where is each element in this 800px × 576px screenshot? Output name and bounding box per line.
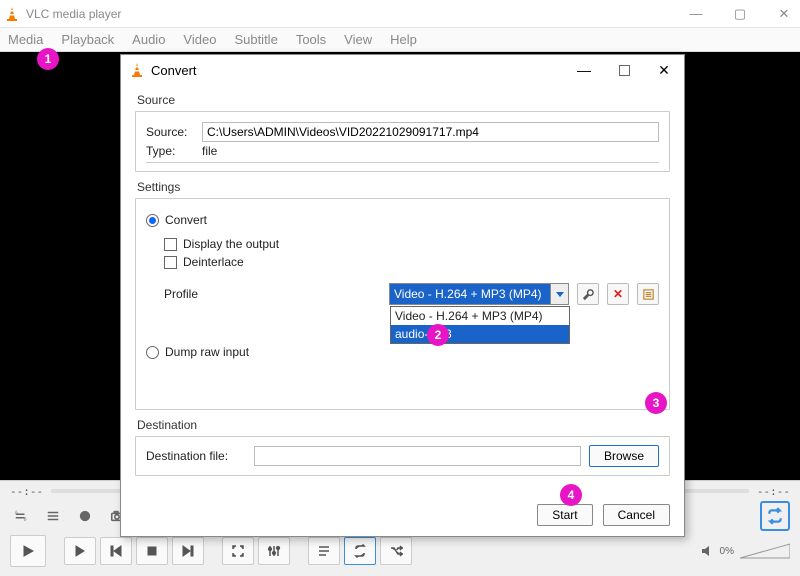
type-label: Type:: [146, 144, 202, 158]
volume-percent: 0%: [720, 546, 734, 557]
deinterlace-label: Deinterlace: [183, 255, 244, 269]
type-value: file: [202, 144, 217, 158]
delete-profile-icon[interactable]: ✕: [607, 283, 629, 305]
destination-file-label: Destination file:: [146, 449, 246, 463]
destination-section-label: Destination: [137, 418, 670, 432]
display-output-label: Display the output: [183, 237, 279, 251]
titlebar: VLC media player — ▢ ✕: [0, 0, 800, 28]
settings-section-label: Settings: [137, 180, 670, 194]
dialog-minimize-icon[interactable]: —: [572, 58, 596, 82]
ab-loop-icon[interactable]: AB: [10, 505, 32, 527]
convert-radio-label: Convert: [165, 213, 207, 227]
source-input[interactable]: [202, 122, 659, 142]
menu-playback[interactable]: Playback: [61, 32, 114, 47]
vlc-cone-icon: [4, 6, 20, 22]
loop-button[interactable]: [344, 537, 376, 565]
annotation-marker-2: 2: [427, 324, 449, 346]
svg-text:B: B: [24, 516, 27, 521]
window-minimize-icon[interactable]: —: [686, 6, 706, 22]
next-button[interactable]: [172, 537, 204, 565]
profile-dropdown: Video - H.264 + MP3 (MP4) audio-mp3: [390, 306, 570, 344]
stop-button[interactable]: [136, 537, 168, 565]
dump-radio[interactable]: [146, 346, 159, 359]
destination-panel: Destination file: Browse: [135, 436, 670, 476]
annotation-marker-3: 3: [645, 392, 667, 414]
profile-option[interactable]: audio-mp3: [391, 325, 569, 343]
fullscreen-button[interactable]: [222, 537, 254, 565]
window-maximize-icon[interactable]: ▢: [730, 6, 750, 22]
menu-help[interactable]: Help: [390, 32, 417, 47]
playback-controls-row: 0%: [0, 531, 800, 571]
time-remaining: --:--: [757, 485, 790, 498]
browse-button[interactable]: Browse: [589, 445, 659, 467]
menubar: Media Playback Audio Video Subtitle Tool…: [0, 28, 800, 52]
annotation-marker-1: 1: [37, 48, 59, 70]
volume-slider[interactable]: [740, 542, 790, 560]
window-close-icon[interactable]: ✕: [774, 6, 794, 22]
equalizer-button[interactable]: [258, 537, 290, 565]
menu-tools[interactable]: Tools: [296, 32, 326, 47]
dialog-close-icon[interactable]: ✕: [652, 58, 676, 82]
source-panel: Source: Type: file: [135, 111, 670, 172]
shuffle-button[interactable]: [380, 537, 412, 565]
destination-file-input[interactable]: [254, 446, 581, 466]
convert-radio[interactable]: [146, 214, 159, 227]
annotation-marker-4: 4: [560, 484, 582, 506]
dialog-title: Convert: [151, 63, 197, 78]
settings-panel: Convert Display the output Deinterlace P…: [135, 198, 670, 410]
profile-combobox[interactable]: Video - H.264 + MP3 (MP4) Video - H.264 …: [389, 283, 569, 305]
record-icon[interactable]: [74, 505, 96, 527]
cancel-button[interactable]: Cancel: [603, 504, 670, 526]
profile-selected: Video - H.264 + MP3 (MP4): [390, 284, 550, 304]
play-button[interactable]: [10, 535, 46, 567]
dialog-maximize-icon[interactable]: [612, 58, 636, 82]
menu-media[interactable]: Media: [8, 32, 43, 47]
source-label: Source:: [146, 125, 202, 139]
vlc-cone-icon: [129, 62, 145, 78]
new-profile-icon[interactable]: [637, 283, 659, 305]
playlist-button[interactable]: [308, 537, 340, 565]
time-elapsed: --:--: [10, 485, 43, 498]
previous-button[interactable]: [100, 537, 132, 565]
profile-option[interactable]: Video - H.264 + MP3 (MP4): [391, 307, 569, 325]
chevron-down-icon[interactable]: [550, 284, 568, 304]
dialog-titlebar: Convert — ✕: [121, 55, 684, 85]
svg-text:A: A: [15, 509, 18, 514]
menu-view[interactable]: View: [344, 32, 372, 47]
source-section-label: Source: [137, 93, 670, 107]
play-small-button[interactable]: [64, 537, 96, 565]
dump-radio-label: Dump raw input: [165, 345, 249, 359]
start-button[interactable]: Start: [537, 504, 592, 526]
menu-audio[interactable]: Audio: [132, 32, 165, 47]
menu-video[interactable]: Video: [183, 32, 216, 47]
deinterlace-checkbox[interactable]: [164, 256, 177, 269]
display-output-checkbox[interactable]: [164, 238, 177, 251]
wrench-icon[interactable]: [577, 283, 599, 305]
menu-subtitle[interactable]: Subtitle: [234, 32, 277, 47]
speaker-icon[interactable]: [700, 544, 714, 558]
loop-toggle-icon[interactable]: [760, 501, 790, 531]
profile-label: Profile: [164, 287, 224, 301]
frame-step-icon[interactable]: [42, 505, 64, 527]
window-title: VLC media player: [26, 7, 121, 21]
convert-dialog: Convert — ✕ Source Source: Type: file Se…: [120, 54, 685, 537]
